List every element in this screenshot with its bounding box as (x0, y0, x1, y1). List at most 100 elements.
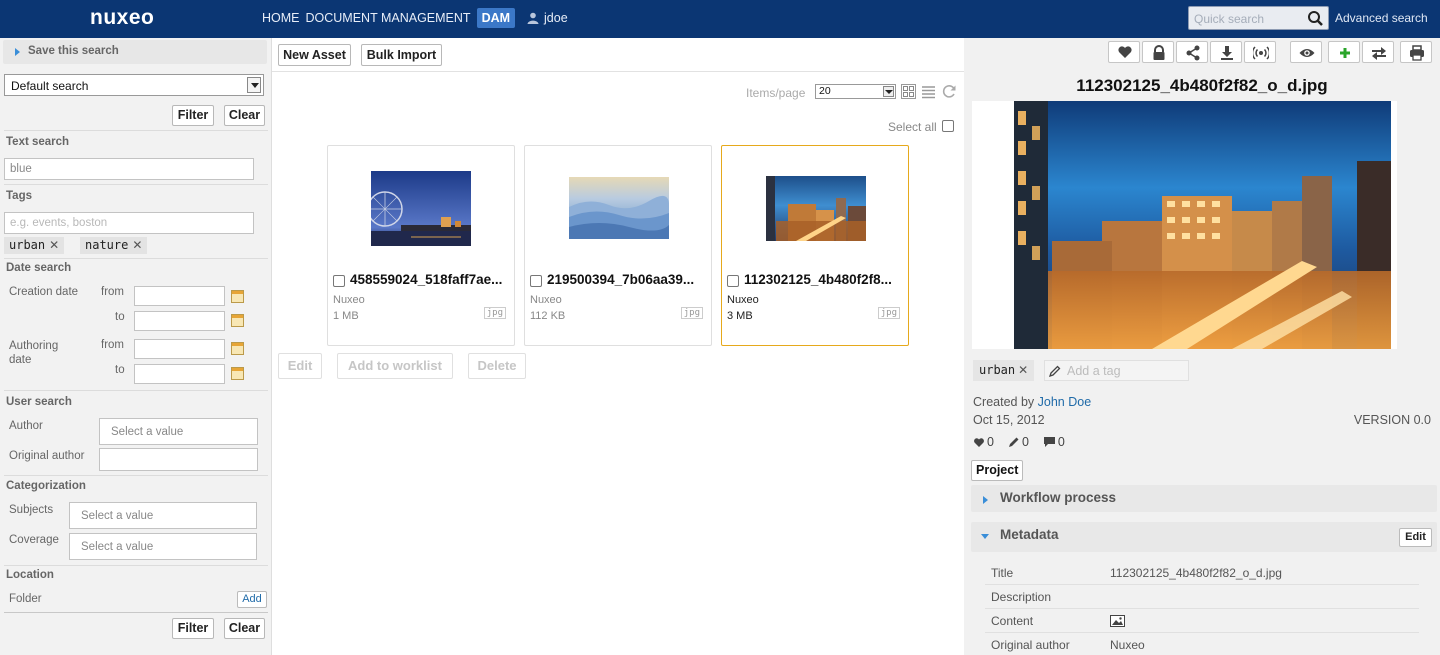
metadata-table: Title 112302125_4b480f2f82_o_d.jpg Descr… (971, 552, 1437, 655)
metadata-edit-button[interactable]: Edit (1399, 528, 1432, 547)
metadata-key: Original author (991, 638, 1070, 652)
nav-dam[interactable]: DAM (476, 8, 516, 28)
nav-home[interactable]: HOME (262, 11, 300, 25)
comments-count[interactable]: 0 (1043, 435, 1065, 449)
user-menu[interactable]: jdoe (527, 11, 568, 25)
clear-button-bottom[interactable]: Clear (224, 618, 265, 639)
coverage-placeholder: Select a value (81, 541, 154, 553)
asset-creator: Nuxeo (333, 294, 365, 306)
advanced-search-link[interactable]: Advanced search (1335, 11, 1428, 25)
remove-tag-icon[interactable]: ✕ (132, 238, 142, 252)
metadata-key: Title (991, 566, 1014, 580)
tag-label: nature (85, 238, 129, 252)
search-icon[interactable] (1307, 10, 1324, 27)
nav-document-management[interactable]: DOCUMENT MANAGEMENT (306, 11, 471, 25)
likes-count[interactable]: 0 (973, 435, 994, 449)
asset-checkbox[interactable] (333, 275, 345, 287)
divider (4, 258, 268, 259)
image-icon[interactable] (1110, 615, 1125, 627)
image-preview[interactable] (972, 101, 1397, 349)
text-search-input[interactable]: blue (4, 158, 254, 180)
download-icon (1221, 46, 1233, 60)
lock-button[interactable] (1142, 41, 1174, 63)
new-asset-button[interactable]: New Asset (278, 44, 351, 66)
subscribe-button[interactable] (1244, 41, 1276, 63)
authoring-date-label: Authoring date (9, 340, 59, 366)
list-view-icon[interactable] (922, 84, 935, 99)
save-search-label: Save this search (28, 45, 119, 57)
text-search-title: Text search (6, 136, 70, 148)
asset-card-selected[interactable]: 112302125_4b480f2f8... Nuxeo 3 MB jpg (721, 145, 909, 346)
add-tag-input[interactable]: Add a tag (1044, 360, 1189, 381)
collapse-arrow-icon (981, 534, 989, 539)
asset-checkbox[interactable] (530, 275, 542, 287)
created-by-label: Created by (973, 395, 1035, 409)
divider (272, 71, 964, 72)
metadata-panel-header[interactable]: Metadata Edit (971, 522, 1437, 552)
add-to-worklist-button[interactable]: Add to worklist (337, 353, 453, 379)
comment-icon (1043, 437, 1055, 447)
author-label: Author (9, 420, 43, 432)
asset-name[interactable]: 458559024_518faff7ae... (350, 272, 512, 287)
workflow-panel-header[interactable]: Workflow process (971, 485, 1437, 512)
filter-button-top[interactable]: Filter (172, 105, 214, 126)
select-all-checkbox[interactable] (942, 120, 954, 132)
authoring-date-from-input[interactable] (134, 339, 225, 359)
asset-thumbnail[interactable] (766, 176, 866, 241)
calendar-icon[interactable] (231, 314, 244, 327)
remove-tag-icon[interactable]: ✕ (1018, 363, 1028, 377)
top-bar: nuxeo HOME DOCUMENT MANAGEMENT DAM jdoe … (0, 0, 1440, 38)
items-per-page-label: Items/page (746, 86, 806, 100)
asset-name[interactable]: 219500394_7b06aa39... (547, 272, 709, 287)
select-all[interactable]: Select all (888, 120, 954, 134)
divider (4, 612, 268, 613)
filter-button-bottom[interactable]: Filter (172, 618, 214, 639)
asset-card[interactable]: 458559024_518faff7ae... Nuxeo 1 MB jpg (327, 145, 515, 346)
add-folder-button[interactable]: Add (237, 591, 267, 608)
tag-label: urban (9, 238, 46, 252)
grid-view-icon[interactable] (901, 84, 916, 99)
edit-button[interactable]: Edit (278, 353, 322, 379)
pencil-icon (1008, 437, 1019, 447)
project-button[interactable]: Project (971, 460, 1024, 481)
add-to-collection-button[interactable] (1328, 41, 1360, 63)
heart-icon (1118, 46, 1132, 58)
asset-name[interactable]: 112302125_4b480f2f8... (744, 272, 906, 287)
asset-checkbox[interactable] (727, 275, 739, 287)
creation-date-to-input[interactable] (134, 311, 225, 331)
tag-chip: nature ✕ (80, 237, 148, 254)
refresh-icon[interactable] (942, 84, 957, 99)
remove-tag-icon[interactable]: ✕ (49, 238, 59, 252)
bulk-import-button[interactable]: Bulk Import (361, 44, 442, 66)
move-button[interactable] (1362, 41, 1394, 63)
save-search-toggle[interactable]: Save this search (3, 40, 267, 64)
quick-search-input[interactable]: Quick search (1188, 6, 1329, 30)
calendar-icon[interactable] (231, 290, 244, 303)
search-type-select[interactable]: Default search (4, 74, 264, 96)
items-per-page-select[interactable]: 20 (815, 84, 896, 99)
asset-thumbnail[interactable] (569, 177, 669, 239)
nuxeo-logo[interactable]: nuxeo (90, 6, 154, 30)
download-button[interactable] (1210, 41, 1242, 63)
preview-button[interactable] (1290, 41, 1322, 63)
author-select[interactable]: Select a value (99, 418, 258, 445)
user-name: jdoe (544, 11, 568, 25)
calendar-icon[interactable] (231, 367, 244, 380)
print-button[interactable] (1400, 41, 1432, 63)
tags-input[interactable]: e.g. events, boston (4, 212, 254, 234)
subjects-select[interactable]: Select a value (69, 502, 257, 529)
asset-card[interactable]: 219500394_7b06aa39... Nuxeo 112 KB jpg (524, 145, 712, 346)
subjects-placeholder: Select a value (81, 510, 154, 522)
coverage-select[interactable]: Select a value (69, 533, 257, 560)
authoring-date-to-input[interactable] (134, 364, 225, 384)
clear-button-top[interactable]: Clear (224, 105, 265, 126)
author-link[interactable]: John Doe (1038, 395, 1092, 409)
like-button[interactable] (1108, 41, 1140, 63)
original-author-input[interactable] (99, 448, 258, 471)
creation-date-from-input[interactable] (134, 286, 225, 306)
delete-button[interactable]: Delete (468, 353, 526, 379)
calendar-icon[interactable] (231, 342, 244, 355)
items-per-page-value: 20 (819, 85, 831, 97)
asset-thumbnail[interactable] (371, 171, 471, 246)
share-button[interactable] (1176, 41, 1208, 63)
